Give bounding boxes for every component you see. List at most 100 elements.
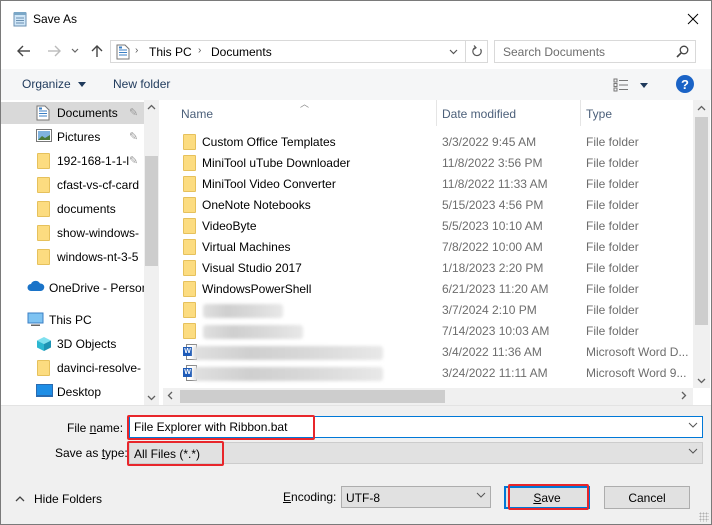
column-header-date[interactable]: Date modified <box>442 107 516 121</box>
navigation-pane-scrollbar[interactable] <box>144 100 159 405</box>
chevron-down-icon <box>688 448 698 454</box>
column-header-name[interactable]: Name <box>181 107 213 121</box>
sort-ascending-icon: ︿ <box>300 100 310 109</box>
file-list-vertical-scrollbar[interactable] <box>693 100 710 388</box>
file-name-combobox[interactable] <box>129 416 703 438</box>
back-button[interactable] <box>15 41 33 61</box>
scroll-up-icon[interactable] <box>147 102 156 113</box>
sidebar-item-folder[interactable]: davinci-resolve- <box>1 357 144 379</box>
breadcrumb-this-pc[interactable]: This PC <box>149 45 192 59</box>
encoding-value: UTF-8 <box>346 491 380 505</box>
hide-folders-label: Hide Folders <box>34 492 103 506</box>
breadcrumb-documents[interactable]: Documents <box>211 45 272 59</box>
sidebar-item-3d-objects[interactable]: 3D Objects <box>1 333 144 355</box>
address-bar[interactable]: › This PC › Documents <box>110 40 488 63</box>
redacted-file-name <box>193 367 383 381</box>
folder-icon <box>183 197 196 216</box>
scrollbar-thumb[interactable] <box>695 117 708 325</box>
file-name-dropdown-button[interactable] <box>688 420 698 431</box>
file-name: Visual Studio 2017 <box>202 261 302 275</box>
sidebar-item-documents[interactable]: Documents ✎ <box>1 102 144 124</box>
file-row[interactable]: OneNote Notebooks 5/15/2023 4:56 PM File f… <box>163 195 693 216</box>
recent-locations-button[interactable] <box>69 41 81 61</box>
file-type: File folder <box>586 177 639 191</box>
chevron-down-icon <box>449 49 457 54</box>
file-list: ︿ Name Date modified Type Custom Office … <box>163 100 711 405</box>
onedrive-icon <box>27 280 45 296</box>
change-view-button[interactable] <box>613 78 649 95</box>
search-icon[interactable] <box>676 45 689 61</box>
help-button[interactable]: ? <box>676 75 694 93</box>
file-row[interactable]: Custom Office Templates 3/3/2022 9:45 AM F… <box>163 132 693 153</box>
sidebar-item-onedrive[interactable]: OneDrive - Person <box>1 277 144 299</box>
scrollbar-thumb[interactable] <box>145 156 158 266</box>
sidebar-item-label: Documents <box>57 106 118 120</box>
sidebar-item-desktop[interactable]: Desktop <box>1 381 144 403</box>
file-row[interactable]: MiniTool uTube Downloader 11/8/2022 3:56 … <box>163 153 693 174</box>
file-row[interactable]: 3/7/2024 2:10 PM File folder <box>163 300 693 321</box>
sidebar-item-folder[interactable]: show-windows- <box>1 222 144 244</box>
save-button[interactable]: Save <box>504 486 590 509</box>
file-list-horizontal-scrollbar[interactable] <box>163 388 693 405</box>
sidebar-item-label: OneDrive - Person <box>49 281 144 295</box>
file-type: File folder <box>586 135 639 149</box>
save-as-dialog: Save As › This PC › Documents Search Doc… <box>0 0 712 525</box>
new-folder-button[interactable]: New folder <box>113 77 170 91</box>
file-row[interactable]: MiniTool Video Converter 11/8/2022 11:33 … <box>163 174 693 195</box>
file-name-input[interactable] <box>130 417 680 437</box>
window-title: Save As <box>33 12 78 26</box>
caret-down-icon <box>78 82 87 88</box>
file-type: File folder <box>586 240 639 254</box>
sidebar-item-label: show-windows- <box>57 226 140 240</box>
file-row[interactable]: Visual Studio 2017 1/18/2023 2:20 PM File … <box>163 258 693 279</box>
column-header-type[interactable]: Type <box>586 107 612 121</box>
cancel-button[interactable]: Cancel <box>604 486 690 509</box>
file-row[interactable]: W 3/4/2022 11:36 AM Microsoft Word D... <box>163 342 693 363</box>
scroll-down-icon[interactable] <box>697 376 706 387</box>
save-as-type-select[interactable]: All Files (*.*) <box>129 442 703 464</box>
sidebar-item-folder[interactable]: cfast-vs-cf-card <box>1 174 144 196</box>
sidebar-item-folder[interactable]: windows-nt-3-5 <box>1 246 144 268</box>
resize-grip[interactable] <box>699 512 709 522</box>
file-type: Microsoft Word D... <box>586 345 689 359</box>
sidebar-item-pictures[interactable]: Pictures ✎ <box>1 126 144 148</box>
column-divider[interactable] <box>436 100 437 126</box>
scroll-down-icon[interactable] <box>147 393 156 404</box>
close-icon <box>687 13 699 25</box>
save-as-type-dropdown-button[interactable] <box>688 446 698 457</box>
file-row[interactable]: WindowsPowerShell 6/21/2023 11:20 AM File … <box>163 279 693 300</box>
scroll-up-icon[interactable] <box>697 103 706 114</box>
organize-button[interactable]: Organize <box>22 77 87 91</box>
file-row[interactable]: W 3/24/2022 11:11 AM Microsoft Word 9... <box>163 363 693 384</box>
file-row[interactable]: Virtual Machines 7/8/2022 10:00 AM File fo… <box>163 237 693 258</box>
sidebar-item-folder[interactable]: 192-168-1-1-l ✎ <box>1 150 144 172</box>
sidebar-item-label: Desktop <box>57 385 102 399</box>
sidebar-item-this-pc[interactable]: This PC <box>1 309 144 331</box>
save-options-panel: File name: Save as type: All Files (*.*)… <box>1 405 711 524</box>
scroll-left-icon[interactable] <box>167 391 173 403</box>
file-row[interactable]: VideoByte 5/5/2023 10:10 AM File folder <box>163 216 693 237</box>
desktop-icon <box>36 384 53 400</box>
search-input[interactable] <box>495 41 671 62</box>
sidebar-item-label: 192-168-1-1-l <box>57 154 130 168</box>
scroll-right-icon[interactable] <box>681 391 687 403</box>
save-button-label: Save <box>533 490 561 505</box>
folder-icon <box>37 177 53 193</box>
close-button[interactable] <box>681 7 705 31</box>
scrollbar-thumb[interactable] <box>180 390 445 403</box>
back-arrow-icon <box>17 45 30 57</box>
folder-icon <box>37 360 53 376</box>
forward-button[interactable] <box>45 41 63 61</box>
up-button[interactable] <box>88 41 106 61</box>
sidebar-item-label: This PC <box>49 313 92 327</box>
pictures-icon <box>36 129 52 145</box>
hide-folders-button[interactable]: Hide Folders <box>15 492 102 506</box>
encoding-select[interactable]: UTF-8 <box>341 486 491 508</box>
sidebar-item-folder[interactable]: documents <box>1 198 144 220</box>
encoding-dropdown-button[interactable] <box>476 490 486 501</box>
search-box[interactable] <box>494 40 696 63</box>
refresh-button[interactable] <box>465 41 487 62</box>
file-row[interactable]: 7/14/2023 10:03 AM File folder <box>163 321 693 342</box>
column-divider[interactable] <box>580 100 581 126</box>
address-dropdown-button[interactable] <box>443 42 463 61</box>
